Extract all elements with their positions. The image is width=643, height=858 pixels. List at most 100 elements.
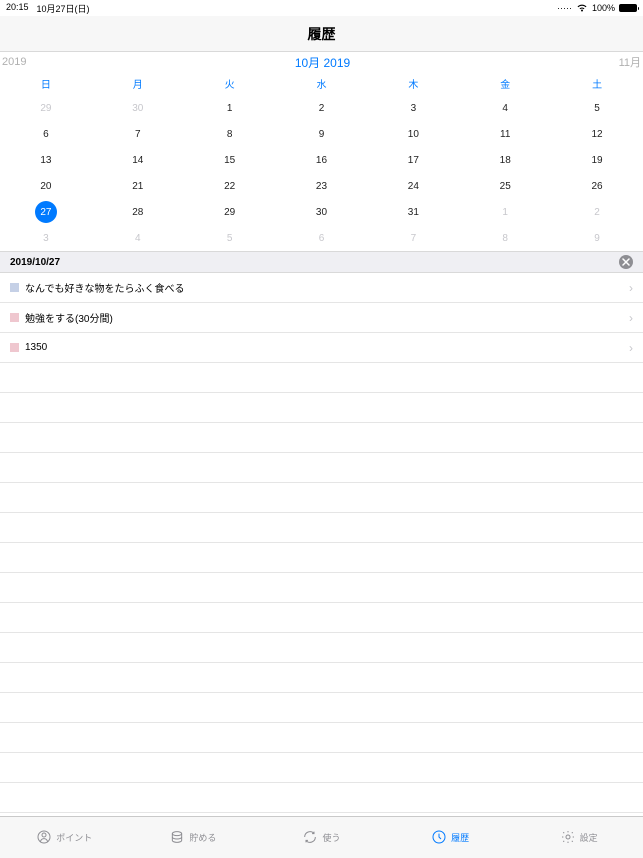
day-number: 31 bbox=[408, 207, 419, 218]
list-item[interactable]: 勉強をする(30分間)› bbox=[0, 303, 643, 333]
day-number: 29 bbox=[224, 207, 235, 218]
day-cell[interactable]: 23 bbox=[276, 173, 368, 199]
day-cell[interactable]: 24 bbox=[367, 173, 459, 199]
day-cell[interactable]: 2 bbox=[276, 95, 368, 121]
day-cell[interactable]: 27 bbox=[0, 199, 92, 225]
use-icon bbox=[302, 829, 318, 847]
next-month-label[interactable]: 11月 bbox=[619, 54, 641, 70]
close-icon[interactable] bbox=[619, 255, 633, 269]
day-number: 17 bbox=[408, 155, 419, 166]
day-cell[interactable]: 14 bbox=[92, 147, 184, 173]
day-cell[interactable]: 6 bbox=[276, 225, 368, 251]
day-cell[interactable]: 30 bbox=[276, 199, 368, 225]
weekday-label: 金 bbox=[459, 76, 551, 91]
tab-history[interactable]: 履歴 bbox=[386, 817, 515, 858]
day-cell[interactable]: 29 bbox=[0, 95, 92, 121]
day-number: 20 bbox=[40, 181, 51, 192]
color-swatch bbox=[10, 313, 19, 322]
day-number: 2 bbox=[594, 207, 600, 218]
empty-lines bbox=[0, 363, 643, 816]
day-cell[interactable]: 29 bbox=[184, 199, 276, 225]
day-cell[interactable]: 15 bbox=[184, 147, 276, 173]
day-number: 22 bbox=[224, 181, 235, 192]
day-cell[interactable]: 28 bbox=[92, 199, 184, 225]
month-header: 2019 10月 2019 11月 bbox=[0, 52, 643, 72]
day-cell[interactable]: 4 bbox=[92, 225, 184, 251]
day-number: 27 bbox=[35, 201, 57, 223]
day-cell[interactable]: 3 bbox=[0, 225, 92, 251]
day-cell[interactable]: 11 bbox=[459, 121, 551, 147]
day-cell[interactable]: 12 bbox=[551, 121, 643, 147]
tab-use[interactable]: 使う bbox=[257, 817, 386, 858]
day-number: 5 bbox=[594, 103, 600, 114]
day-cell[interactable]: 21 bbox=[92, 173, 184, 199]
day-number: 5 bbox=[227, 233, 233, 244]
weekday-label: 木 bbox=[367, 76, 459, 91]
wifi-icon bbox=[576, 3, 588, 14]
day-cell[interactable]: 25 bbox=[459, 173, 551, 199]
tab-points[interactable]: ポイント bbox=[0, 817, 129, 858]
day-number: 30 bbox=[316, 207, 327, 218]
day-number: 14 bbox=[132, 155, 143, 166]
weekday-row: 日月火水木金土 bbox=[0, 72, 643, 95]
day-cell[interactable]: 1 bbox=[459, 199, 551, 225]
day-cell[interactable]: 6 bbox=[0, 121, 92, 147]
day-cell[interactable]: 5 bbox=[551, 95, 643, 121]
day-cell[interactable]: 7 bbox=[92, 121, 184, 147]
day-cell[interactable]: 9 bbox=[276, 121, 368, 147]
day-cell[interactable]: 13 bbox=[0, 147, 92, 173]
list-item[interactable]: なんでも好きな物をたらふく食べる› bbox=[0, 273, 643, 303]
day-cell[interactable]: 10 bbox=[367, 121, 459, 147]
day-cell[interactable]: 22 bbox=[184, 173, 276, 199]
status-time: 20:15 bbox=[6, 2, 29, 15]
day-number: 15 bbox=[224, 155, 235, 166]
day-cell[interactable]: 7 bbox=[367, 225, 459, 251]
day-cell[interactable]: 16 bbox=[276, 147, 368, 173]
empty-row bbox=[0, 633, 643, 663]
day-cell[interactable]: 19 bbox=[551, 147, 643, 173]
day-cell[interactable]: 30 bbox=[92, 95, 184, 121]
day-cell[interactable]: 5 bbox=[184, 225, 276, 251]
tab-label: ポイント bbox=[56, 831, 92, 844]
day-cell[interactable]: 18 bbox=[459, 147, 551, 173]
weekday-label: 水 bbox=[276, 76, 368, 91]
day-cell[interactable]: 3 bbox=[367, 95, 459, 121]
list-item-label: 1350 bbox=[25, 342, 629, 353]
weekday-label: 土 bbox=[551, 76, 643, 91]
day-number: 4 bbox=[135, 233, 141, 244]
chevron-right-icon: › bbox=[629, 341, 633, 355]
day-cell[interactable]: 2 bbox=[551, 199, 643, 225]
empty-row bbox=[0, 393, 643, 423]
tab-save[interactable]: 貯める bbox=[129, 817, 258, 858]
day-cell[interactable]: 1 bbox=[184, 95, 276, 121]
day-number: 30 bbox=[132, 103, 143, 114]
day-number: 3 bbox=[43, 233, 49, 244]
day-cell[interactable]: 8 bbox=[459, 225, 551, 251]
list-item[interactable]: 1350› bbox=[0, 333, 643, 363]
tab-settings[interactable]: 設定 bbox=[514, 817, 643, 858]
day-number: 7 bbox=[411, 233, 417, 244]
prev-month-label[interactable]: 2019 bbox=[2, 56, 26, 68]
tab-label: 設定 bbox=[580, 831, 598, 844]
empty-row bbox=[0, 573, 643, 603]
cellular-icon: ····· bbox=[557, 3, 572, 13]
list-item-label: 勉強をする(30分間) bbox=[25, 310, 629, 325]
day-number: 7 bbox=[135, 129, 141, 140]
day-cell[interactable]: 9 bbox=[551, 225, 643, 251]
day-cell[interactable]: 31 bbox=[367, 199, 459, 225]
day-cell[interactable]: 26 bbox=[551, 173, 643, 199]
empty-row bbox=[0, 783, 643, 813]
day-cell[interactable]: 8 bbox=[184, 121, 276, 147]
day-cell[interactable]: 17 bbox=[367, 147, 459, 173]
battery-percent: 100% bbox=[592, 3, 615, 13]
day-cell[interactable]: 20 bbox=[0, 173, 92, 199]
color-swatch bbox=[10, 343, 19, 352]
empty-row bbox=[0, 513, 643, 543]
day-number: 29 bbox=[40, 103, 51, 114]
day-number: 3 bbox=[411, 103, 417, 114]
empty-row bbox=[0, 723, 643, 753]
calendar: 日月火水木金土 29301234567891011121314151617181… bbox=[0, 72, 643, 251]
day-number: 19 bbox=[592, 155, 603, 166]
day-cell[interactable]: 4 bbox=[459, 95, 551, 121]
day-number: 9 bbox=[594, 233, 600, 244]
